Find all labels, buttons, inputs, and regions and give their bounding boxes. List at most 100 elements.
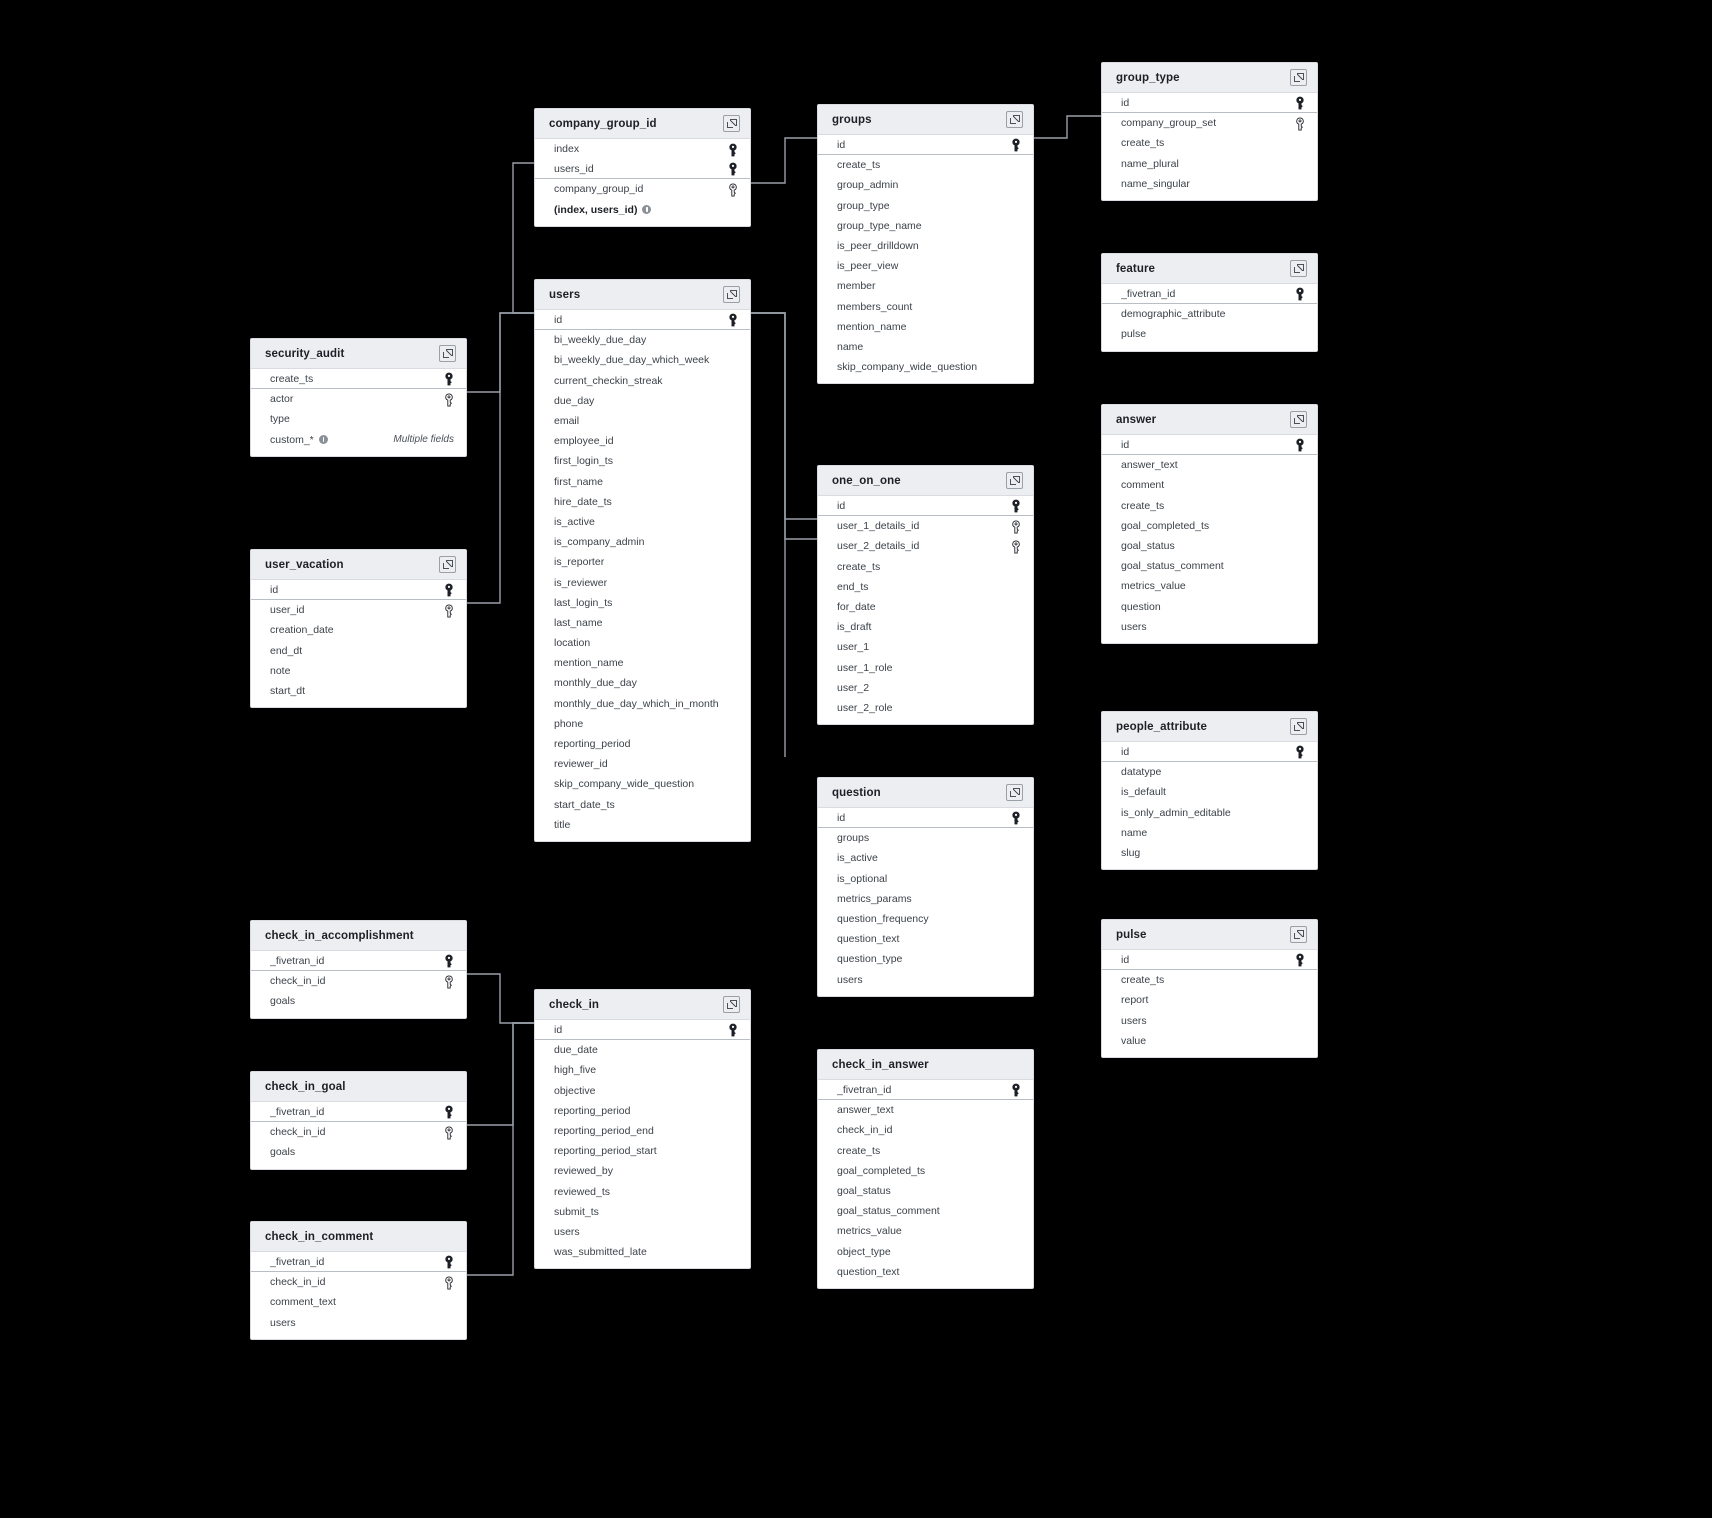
field-row[interactable]: objective (535, 1081, 750, 1101)
field-row[interactable]: create_ts (818, 1141, 1033, 1161)
table-card-question[interactable]: question id groups is_active is_optional metr… (817, 777, 1034, 997)
table-header-check_in_answer[interactable]: check_in_answer (818, 1050, 1033, 1080)
table-card-check_in_goal[interactable]: check_in_goal _fivetran_id check_in_id goal… (250, 1071, 467, 1170)
table-card-feature[interactable]: feature _fivetran_id demographic_attribute… (1101, 253, 1318, 352)
field-row[interactable]: id (1102, 435, 1317, 456)
field-row[interactable]: reporting_period (535, 1101, 750, 1121)
external-link-icon[interactable] (439, 345, 456, 362)
table-card-one_on_one[interactable]: one_on_one id user_1_details_id user_2_deta… (817, 465, 1034, 726)
table-header-user_vacation[interactable]: user_vacation (251, 550, 466, 580)
field-row[interactable]: company_group_id (535, 179, 750, 199)
table-card-check_in_comment[interactable]: check_in_comment _fivetran_id check_in_id c… (250, 1221, 467, 1340)
field-row[interactable]: user_2_details_id (818, 536, 1033, 556)
field-row[interactable]: id (251, 580, 466, 601)
table-header-answer[interactable]: answer (1102, 405, 1317, 435)
field-row[interactable]: reporting_period_start (535, 1141, 750, 1161)
field-row[interactable]: users (251, 1313, 466, 1333)
field-row[interactable]: goals (251, 991, 466, 1011)
field-row[interactable]: last_login_ts (535, 593, 750, 613)
field-row[interactable]: is_peer_view (818, 256, 1033, 276)
field-row[interactable]: question_type (818, 949, 1033, 969)
field-row[interactable]: is_draft (818, 617, 1033, 637)
table-card-check_in_answer[interactable]: check_in_answer _fivetran_id answer_text ch… (817, 1049, 1034, 1289)
field-row[interactable]: is_active (818, 848, 1033, 868)
field-row[interactable]: goal_status_comment (818, 1201, 1033, 1221)
table-header-pulse[interactable]: pulse (1102, 920, 1317, 950)
external-link-icon[interactable] (723, 286, 740, 303)
field-row[interactable]: user_1 (818, 637, 1033, 657)
field-row[interactable]: users (818, 970, 1033, 990)
field-row[interactable]: group_admin (818, 175, 1033, 195)
field-row[interactable]: is_reviewer (535, 572, 750, 592)
field-row[interactable]: high_five (535, 1060, 750, 1080)
field-row[interactable]: id (535, 1020, 750, 1041)
field-row[interactable]: value (1102, 1031, 1317, 1051)
field-row[interactable]: note (251, 661, 466, 681)
field-row[interactable]: object_type (818, 1242, 1033, 1262)
field-row[interactable]: location (535, 633, 750, 653)
field-row[interactable]: create_ts (818, 155, 1033, 175)
field-row[interactable]: create_ts (251, 369, 466, 390)
field-row[interactable]: reporting_period_end (535, 1121, 750, 1141)
field-row[interactable]: user_2 (818, 678, 1033, 698)
field-row[interactable]: name (818, 337, 1033, 357)
field-row[interactable]: custom_* Multiple fields (251, 430, 466, 450)
field-row[interactable]: due_date (535, 1040, 750, 1060)
table-header-one_on_one[interactable]: one_on_one (818, 466, 1033, 496)
table-card-security_audit[interactable]: security_audit create_ts actor type custom_*… (250, 338, 467, 457)
field-row[interactable]: is_active (535, 512, 750, 532)
table-header-people_attribute[interactable]: people_attribute (1102, 712, 1317, 742)
field-row[interactable]: answer_text (818, 1100, 1033, 1120)
field-row[interactable]: index (535, 139, 750, 159)
external-link-icon[interactable] (1290, 260, 1307, 277)
field-row[interactable]: company_group_set (1102, 113, 1317, 133)
field-row[interactable]: answer_text (1102, 455, 1317, 475)
table-card-check_in[interactable]: check_in id due_date high_five objective repo… (534, 989, 751, 1270)
field-row[interactable]: group_type (818, 196, 1033, 216)
field-row[interactable]: groups (818, 828, 1033, 848)
field-row[interactable]: email (535, 411, 750, 431)
field-row[interactable]: users (535, 1222, 750, 1242)
field-row[interactable]: reviewed_by (535, 1161, 750, 1181)
field-row[interactable]: last_name (535, 613, 750, 633)
field-row[interactable]: monthly_due_day_which_in_month (535, 694, 750, 714)
field-row[interactable]: end_dt (251, 641, 466, 661)
table-header-company_group_id[interactable]: company_group_id (535, 109, 750, 139)
field-row[interactable]: _fivetran_id (251, 1252, 466, 1273)
table-card-group_type[interactable]: group_type id company_group_set create_ts na… (1101, 62, 1318, 201)
field-row[interactable]: member (818, 276, 1033, 296)
table-header-users[interactable]: users (535, 280, 750, 310)
info-icon[interactable] (318, 434, 328, 444)
external-link-icon[interactable] (1006, 111, 1023, 128)
field-row[interactable]: id (818, 135, 1033, 156)
field-row[interactable]: was_submitted_late (535, 1242, 750, 1262)
field-row[interactable]: end_ts (818, 577, 1033, 597)
field-row[interactable]: monthly_due_day (535, 673, 750, 693)
field-row[interactable]: users (1102, 617, 1317, 637)
field-row[interactable]: question_frequency (818, 909, 1033, 929)
field-row[interactable]: user_1_role (818, 658, 1033, 678)
field-row[interactable]: create_ts (1102, 496, 1317, 516)
table-card-company_group_id[interactable]: company_group_id index users_id company_gro… (534, 108, 751, 227)
field-row[interactable]: current_checkin_streak (535, 371, 750, 391)
field-row[interactable]: reporting_period (535, 734, 750, 754)
field-row[interactable]: question (1102, 597, 1317, 617)
field-row[interactable]: is_peer_drilldown (818, 236, 1033, 256)
field-row[interactable]: bi_weekly_due_day_which_week (535, 350, 750, 370)
field-row[interactable]: actor (251, 389, 466, 409)
field-row[interactable]: (index, users_id) (535, 200, 750, 220)
field-row[interactable]: mention_name (535, 653, 750, 673)
field-row[interactable]: user_id (251, 600, 466, 620)
field-row[interactable]: reviewer_id (535, 754, 750, 774)
field-row[interactable]: id (818, 808, 1033, 829)
table-header-security_audit[interactable]: security_audit (251, 339, 466, 369)
external-link-icon[interactable] (1290, 69, 1307, 86)
field-row[interactable]: skip_company_wide_question (818, 357, 1033, 377)
field-row[interactable]: is_company_admin (535, 532, 750, 552)
field-row[interactable]: question_text (818, 929, 1033, 949)
table-card-people_attribute[interactable]: people_attribute id datatype is_default is_o… (1101, 711, 1318, 871)
field-row[interactable]: for_date (818, 597, 1033, 617)
field-row[interactable]: slug (1102, 843, 1317, 863)
field-row[interactable]: members_count (818, 297, 1033, 317)
field-row[interactable]: _fivetran_id (251, 951, 466, 972)
